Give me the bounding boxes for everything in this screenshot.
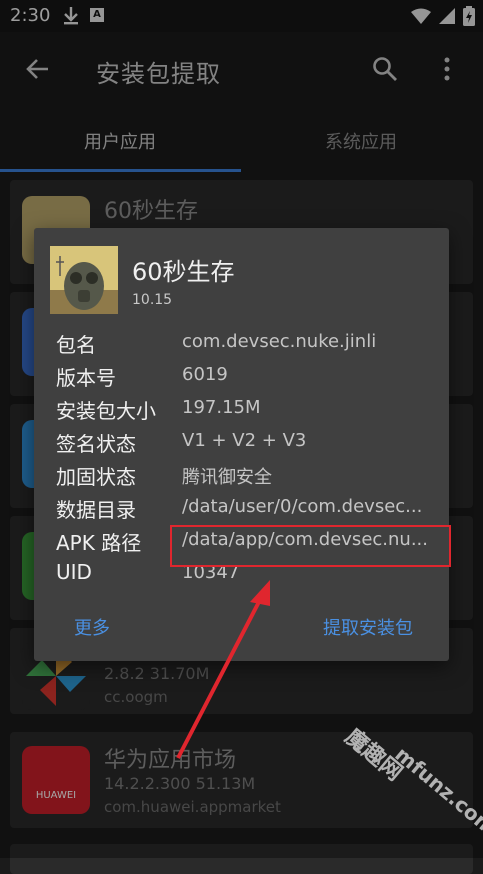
annotation-arrow [176, 580, 270, 759]
